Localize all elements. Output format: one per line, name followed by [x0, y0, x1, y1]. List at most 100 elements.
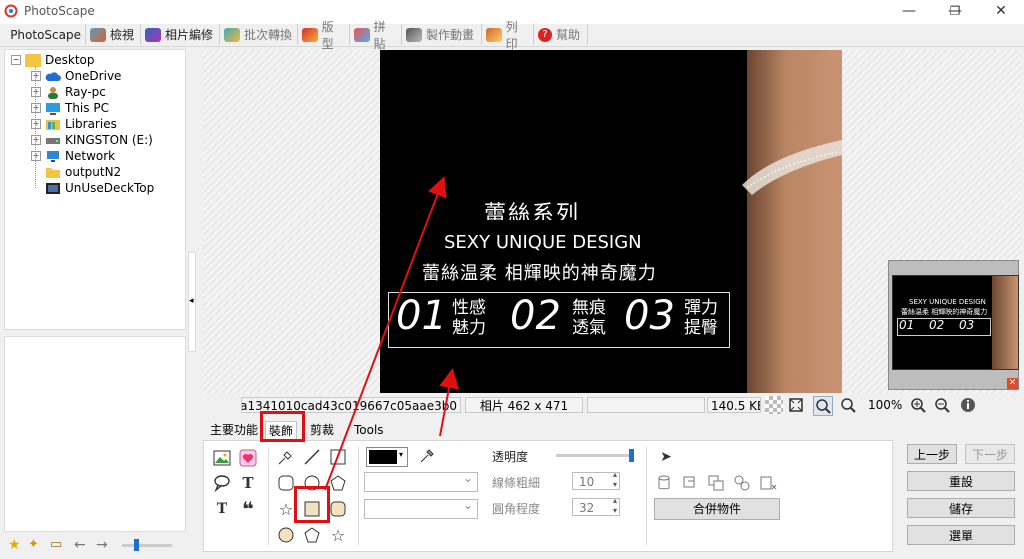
zoom-level: 100% — [868, 398, 903, 412]
help-icon: ? — [538, 27, 552, 42]
tree-node-network[interactable]: + Network — [31, 148, 115, 164]
close-navigator-icon[interactable]: ✕ — [1007, 378, 1018, 389]
line-width-label: 線條粗細 — [492, 476, 541, 490]
thumbnail-panel[interactable] — [4, 336, 186, 532]
forward-arrow-icon[interactable]: → — [96, 537, 108, 553]
bring-front-icon[interactable] — [680, 473, 700, 493]
reset-button[interactable]: 重設 — [907, 471, 1015, 491]
tab-batch[interactable]: 批次轉換 — [220, 24, 298, 45]
tab-home[interactable]: 主要功能 — [207, 421, 261, 439]
group-icon[interactable] — [732, 473, 752, 493]
info-icon[interactable] — [959, 396, 977, 414]
line-style-combo[interactable] — [364, 471, 478, 492]
open-folder-icon[interactable]: ▭ — [50, 537, 62, 552]
pointer-icon[interactable]: ➤ — [656, 447, 676, 467]
maximize-button[interactable]: ❐ — [932, 0, 978, 24]
collapse-icon[interactable]: − — [11, 55, 21, 65]
delete-object-icon[interactable] — [758, 473, 778, 493]
color-picker[interactable]: ▾ — [366, 447, 408, 467]
text-icon[interactable]: T — [238, 473, 258, 493]
tab-viewer[interactable]: 檢視 — [86, 24, 141, 45]
send-back-icon[interactable] — [706, 473, 726, 493]
edited-photo[interactable]: 蕾絲系列 SEXY UNIQUE DESIGN 蕾絲温柔 相輝映的神奇魔力 01… — [380, 50, 842, 393]
opacity-slider[interactable] — [556, 449, 634, 462]
photo-insert-icon[interactable] — [212, 448, 232, 468]
tab-crop[interactable]: 剪裁 — [307, 421, 337, 439]
zoom-fit-icon[interactable] — [839, 396, 857, 414]
panel-splitter[interactable]: ◂ — [187, 252, 197, 352]
redo-button[interactable]: 下一步 — [965, 444, 1015, 464]
tree-node-desktop[interactable]: − Desktop — [11, 52, 95, 68]
window-title: PhotoScape — [24, 4, 95, 18]
star-shape-icon[interactable]: ☆ — [276, 499, 296, 519]
tree-node-this-pc[interactable]: + This PC — [31, 100, 109, 116]
status-empty — [587, 397, 705, 413]
tab-help[interactable]: ? 幫助 — [534, 24, 588, 45]
folder-icon — [25, 53, 41, 67]
star-icon[interactable]: ★ — [8, 537, 21, 553]
roundness-label: 圓角程度 — [492, 502, 541, 516]
user-icon — [48, 86, 58, 99]
navigator-preview: SEXY UNIQUE DESIGN 蕾絲温柔 相輝映的神奇魔力 01 02 0… — [892, 275, 1019, 370]
tab-animated-gif[interactable]: 製作動畫 — [402, 24, 482, 45]
filled-ellipse-icon[interactable] — [276, 525, 296, 545]
zoom-out-icon[interactable] — [933, 396, 951, 414]
rectangle-icon[interactable] — [328, 447, 348, 467]
folder-tree[interactable]: − Desktop + OneDrive + Ray-pc + This PC … — [4, 49, 186, 330]
tree-node-unusedecktop[interactable]: UnUseDeckTop — [45, 180, 154, 196]
line-icon[interactable] — [302, 447, 322, 467]
fill-style-combo[interactable] — [364, 498, 478, 519]
navigator-thumbnail[interactable]: SEXY UNIQUE DESIGN 蕾絲温柔 相輝映的神奇魔力 01 02 0… — [888, 260, 1019, 390]
main-menu-tabs: PhotoScape 檢視 相片編修 批次轉換 版型 拼貼 製作動畫 列印 ? … — [0, 20, 1024, 51]
opacity-label: 透明度 — [492, 450, 529, 464]
feature-1-number: 01 — [396, 293, 447, 339]
brush-icon[interactable] — [276, 447, 296, 467]
tree-node-outputn2[interactable]: outputN2 — [45, 164, 121, 180]
collapse-arrow-icon[interactable]: ◂ — [189, 296, 194, 306]
tab-combine[interactable]: 拼貼 — [350, 20, 402, 51]
color-swatch — [369, 450, 397, 464]
object-cylinder-icon[interactable] — [654, 473, 674, 493]
annotation-highlight-tool — [294, 486, 330, 523]
close-button[interactable]: ✕ — [978, 0, 1024, 24]
eyedropper-icon[interactable] — [418, 447, 436, 465]
zoom-in-icon[interactable] — [909, 396, 927, 414]
tree-node-ray-pc[interactable]: + Ray-pc — [31, 84, 106, 100]
favorites-icon[interactable]: ✦ — [28, 537, 39, 552]
feature-2-text: 無痕 透氣 — [572, 298, 606, 338]
print-icon — [486, 27, 502, 42]
rounded-rectangle-icon[interactable] — [276, 473, 296, 493]
text-style-icon[interactable]: T — [212, 499, 232, 519]
tab-tools[interactable]: Tools — [351, 421, 387, 439]
fit-to-window-icon[interactable] — [787, 396, 805, 414]
thumbnail-size-slider[interactable] — [122, 539, 172, 551]
merge-objects-button[interactable]: 合併物件 — [654, 498, 780, 520]
star-outline-icon[interactable]: ☆ — [328, 525, 348, 545]
tree-node-kingston[interactable]: + KINGSTON (E:) — [31, 132, 153, 148]
tab-print[interactable]: 列印 — [482, 20, 534, 51]
tree-node-onedrive[interactable]: + OneDrive — [31, 68, 121, 84]
save-button[interactable]: 儲存 — [907, 498, 1015, 518]
tree-node-libraries[interactable]: + Libraries — [31, 116, 117, 132]
tab-photoscape[interactable]: PhotoScape — [2, 24, 86, 45]
tab-editor[interactable]: 相片編修 — [141, 24, 220, 45]
menu-button[interactable]: 選單 — [907, 525, 1015, 545]
computer-icon — [46, 102, 60, 115]
folder-icon — [46, 182, 60, 194]
tab-page[interactable]: 版型 — [298, 20, 350, 51]
pentagon-icon[interactable] — [328, 473, 348, 493]
minimize-button-glyph[interactable]: — — [886, 0, 932, 24]
network-icon — [47, 150, 59, 162]
filled-rounded-rectangle-icon[interactable] — [328, 499, 348, 519]
back-arrow-icon[interactable]: ← — [74, 537, 86, 553]
transparency-grid-icon[interactable] — [765, 396, 783, 414]
quote-icon[interactable]: ❝ — [238, 497, 258, 521]
roundness-input[interactable]: 32 — [572, 496, 620, 516]
actual-size-icon[interactable] — [813, 396, 833, 416]
line-width-input[interactable]: 10 — [572, 470, 620, 490]
filled-pentagon-icon[interactable] — [302, 525, 322, 545]
combine-icon — [354, 27, 370, 42]
undo-button[interactable]: 上一步 — [907, 444, 957, 464]
speech-balloon-icon[interactable] — [212, 473, 232, 493]
sticker-icon[interactable] — [238, 448, 258, 468]
